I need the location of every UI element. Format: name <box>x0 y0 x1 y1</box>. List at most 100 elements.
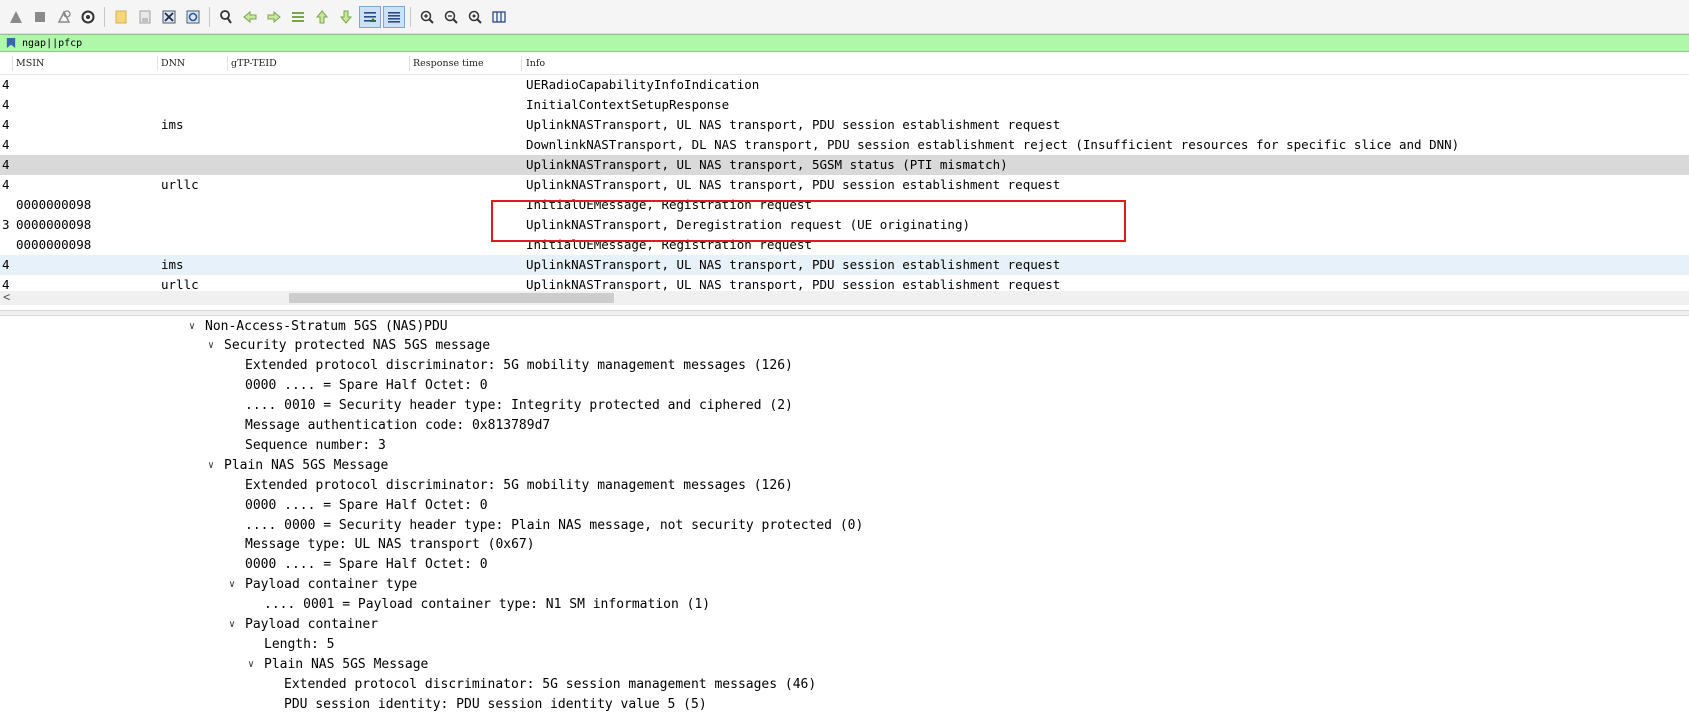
autoscroll-icon[interactable] <box>359 5 381 28</box>
tree-text: .... 0000 = Security header type: Plain … <box>245 517 864 533</box>
packet-row[interactable]: 3 0000000098 UplinkNASTransport, Deregistr… <box>0 215 1689 235</box>
column-header-dnn[interactable]: DNN <box>161 58 185 69</box>
tree-node[interactable]: ∨ Plain NAS 5GS Message <box>208 455 388 475</box>
tree-leaf[interactable]: Extended protocol discriminator: 5G mobi… <box>229 475 793 495</box>
packet-row[interactable]: 4 ims UplinkNASTransport, UL NAS transport… <box>0 255 1689 275</box>
search-icon[interactable] <box>215 6 237 28</box>
chevron-down-icon[interactable]: ∨ <box>229 579 245 590</box>
packet-cell-msin: 0000000098 <box>16 217 92 232</box>
packet-cell-info: UplinkNASTransport, UL NAS transport, PD… <box>526 177 1061 192</box>
tree-leaf[interactable]: 0000 .... = Spare Half Octet: 0 <box>229 495 488 515</box>
tree-text: .... 0010 = Security header type: Integr… <box>245 398 793 414</box>
tree-text: Length: 5 <box>264 636 335 652</box>
packet-cell-info: DownlinkNASTransport, DL NAS transport, … <box>526 137 1460 152</box>
restart-capture-icon[interactable] <box>53 6 75 28</box>
close-file-icon[interactable] <box>158 6 180 28</box>
gear-icon[interactable] <box>77 6 99 28</box>
tree-text: Extended protocol discriminator: 5G mobi… <box>245 358 793 374</box>
tree-leaf[interactable]: Message authentication code: 0x813789d7 <box>229 416 550 436</box>
start-capture-icon[interactable] <box>5 6 27 28</box>
tree-text: Payload container <box>245 617 379 632</box>
packet-row[interactable]: 4 UplinkNASTransport, UL NAS transport, 5… <box>0 155 1689 175</box>
tree-text: Non-Access-Stratum 5GS (NAS)PDU <box>205 318 448 334</box>
tree-text: PDU session identity: PDU session identi… <box>284 696 707 712</box>
packet-cell-leading: 4 <box>2 97 10 112</box>
column-divider <box>521 56 522 71</box>
resize-columns-icon[interactable] <box>488 6 510 28</box>
tree-text: .... 0001 = Payload container type: N1 S… <box>264 597 711 613</box>
column-header-msin[interactable]: MSIN <box>16 58 44 69</box>
zoom-out-icon[interactable] <box>440 6 462 28</box>
tree-node[interactable]: ∨ Security protected NAS 5GS message <box>208 336 490 356</box>
packet-cell-dnn: ims <box>161 257 184 272</box>
colorize-icon[interactable] <box>383 5 405 28</box>
arrow-up-icon[interactable] <box>311 6 333 28</box>
packet-row[interactable]: 4 DownlinkNASTransport, DL NAS transport,… <box>0 135 1689 155</box>
toolbar-separator <box>104 6 105 27</box>
tree-text: Extended protocol discriminator: 5G sess… <box>284 676 817 692</box>
packet-row[interactable]: 0000000098 InitialUEMessage, Registration… <box>0 195 1689 215</box>
display-filter-input[interactable] <box>22 35 1622 51</box>
tree-leaf[interactable]: .... 0000 = Security header type: Plain … <box>229 515 863 535</box>
scrollbar-thumb[interactable] <box>289 293 614 303</box>
tree-text: Plain NAS 5GS Message <box>224 457 389 473</box>
column-divider <box>409 56 410 71</box>
tree-node[interactable]: ∨ Non-Access-Stratum 5GS (NAS)PDU <box>189 316 448 336</box>
tree-leaf[interactable]: Message type: UL NAS transport (0x67) <box>229 535 535 555</box>
packet-cell-leading: 3 <box>2 217 10 232</box>
horizontal-scrollbar[interactable]: < <box>0 290 1689 305</box>
arrow-right-icon[interactable] <box>263 6 285 28</box>
save-icon[interactable] <box>134 6 156 28</box>
tree-leaf[interactable]: .... 0001 = Payload container type: N1 S… <box>248 595 710 615</box>
reload-icon[interactable] <box>182 6 204 28</box>
tree-leaf[interactable]: 0000 .... = Spare Half Octet: 0 <box>229 555 488 575</box>
chevron-down-icon[interactable]: ∨ <box>229 619 245 630</box>
scroll-left-arrow[interactable]: < <box>3 290 10 304</box>
packet-cell-info: UplinkNASTransport, UL NAS transport, 5G… <box>526 157 1008 172</box>
tree-leaf[interactable]: .... 0010 = Security header type: Integr… <box>229 396 793 416</box>
tree-text: Message authentication code: 0x813789d7 <box>245 418 551 433</box>
tree-node[interactable]: ∨ Payload container <box>229 615 378 635</box>
packet-details-tree: ∨ Non-Access-Stratum 5GS (NAS)PDU ∨ Securit… <box>0 316 1689 713</box>
chevron-down-icon[interactable]: ∨ <box>189 321 205 332</box>
zoom-normal-icon[interactable] <box>464 6 486 28</box>
folder-icon[interactable] <box>110 6 132 28</box>
packet-row[interactable]: 4 UERadioCapabilityInfoIndication <box>0 75 1689 95</box>
packet-row[interactable]: 4 urllc UplinkNASTransport, UL NAS transpo… <box>0 175 1689 195</box>
bookmark-icon[interactable] <box>4 36 18 50</box>
tree-leaf[interactable]: Extended protocol discriminator: 5G sess… <box>268 674 816 694</box>
packet-cell-leading: 4 <box>2 117 10 132</box>
arrow-down-icon[interactable] <box>335 6 357 28</box>
tree-leaf[interactable]: Length: 5 <box>248 634 334 654</box>
stop-capture-icon[interactable] <box>29 6 51 28</box>
tree-text: Plain NAS 5GS Message <box>264 656 429 672</box>
packet-cell-leading: 4 <box>2 257 10 272</box>
tree-node[interactable]: ∨ Plain NAS 5GS Message <box>248 654 428 674</box>
tree-text: 0000 .... = Spare Half Octet: 0 <box>245 378 488 394</box>
tree-leaf[interactable]: Sequence number: 3 <box>229 435 386 455</box>
packet-cell-leading: 4 <box>2 137 10 152</box>
chevron-down-icon[interactable]: ∨ <box>208 460 224 471</box>
tree-leaf[interactable]: Extended protocol discriminator: 5G mobi… <box>229 356 793 376</box>
display-filter-bar <box>0 34 1689 52</box>
zoom-in-icon[interactable] <box>416 6 438 28</box>
chevron-down-icon[interactable]: ∨ <box>208 340 224 351</box>
column-header-info[interactable]: Info <box>526 58 545 69</box>
chevron-down-icon[interactable]: ∨ <box>248 659 264 670</box>
column-divider <box>12 56 13 71</box>
goto-icon[interactable] <box>287 6 309 28</box>
column-header-gtp-teid[interactable]: gTP-TEID <box>231 58 277 69</box>
tree-text: Message type: UL NAS transport (0x67) <box>245 537 535 553</box>
tree-text: 0000 .... = Spare Half Octet: 0 <box>245 557 488 573</box>
packet-row[interactable]: 4 ims UplinkNASTransport, UL NAS transport… <box>0 115 1689 135</box>
packet-cell-msin: 0000000098 <box>16 197 92 212</box>
packet-list: MSIN DNN gTP-TEID Response time Info 4 UE… <box>0 54 1689 310</box>
arrow-left-icon[interactable] <box>239 6 261 28</box>
tree-node[interactable]: ∨ Payload container type <box>229 575 417 595</box>
packet-row[interactable]: 4 InitialContextSetupResponse <box>0 95 1689 115</box>
column-header-response-time[interactable]: Response time <box>413 58 484 69</box>
tree-leaf[interactable]: PDU session identity: PDU session identi… <box>268 694 707 713</box>
packet-cell-info: UplinkNASTransport, UL NAS transport, PD… <box>526 117 1061 132</box>
packet-row[interactable]: 0000000098 InitialUEMessage, Registration… <box>0 235 1689 255</box>
tree-leaf[interactable]: 0000 .... = Spare Half Octet: 0 <box>229 376 488 396</box>
